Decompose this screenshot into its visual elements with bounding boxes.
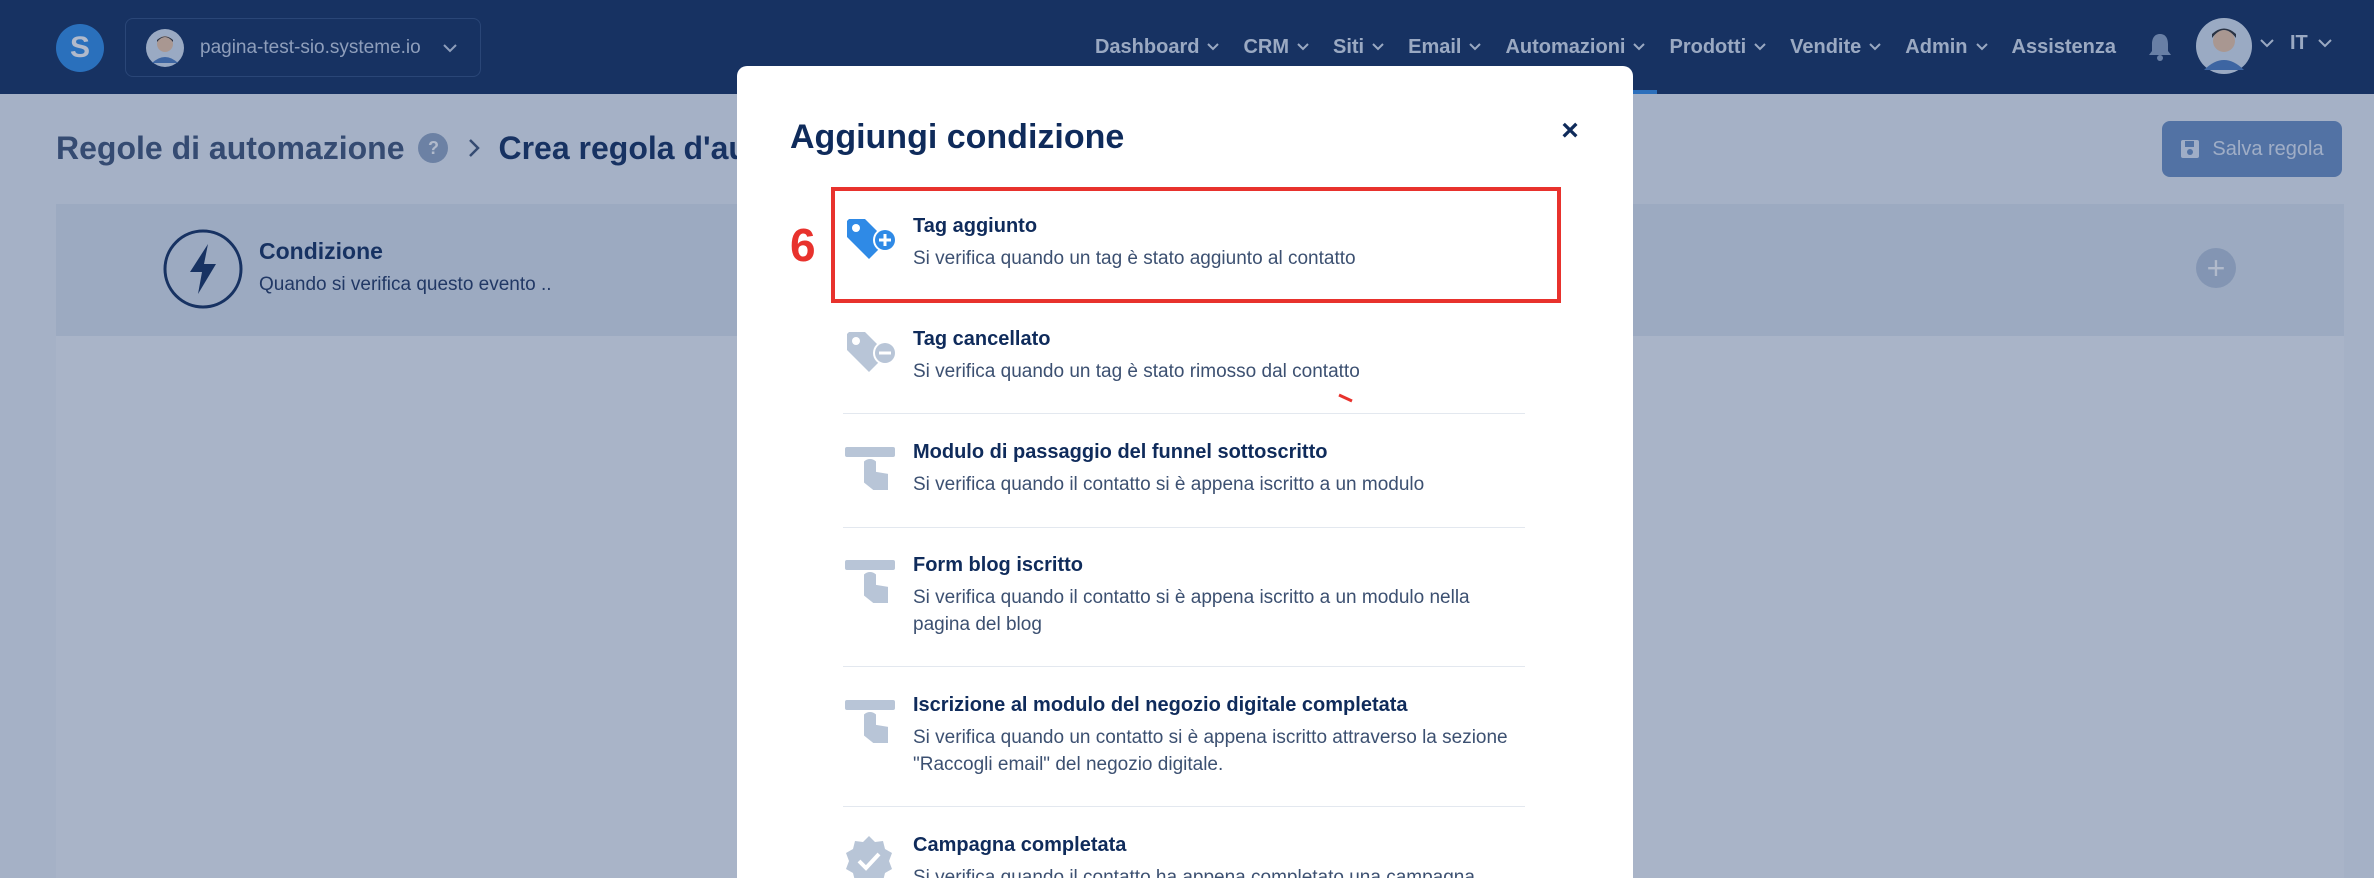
option-title: Modulo di passaggio del funnel sottoscri… — [913, 441, 1328, 463]
divider — [843, 527, 1525, 528]
tag-minus-icon — [847, 332, 897, 372]
divider — [843, 666, 1525, 667]
highlight-box — [831, 187, 1561, 303]
modal-title: Aggiungi condizione — [790, 118, 1125, 156]
badge-check-icon — [846, 836, 892, 878]
divider — [843, 806, 1525, 807]
close-icon[interactable]: × — [1553, 114, 1587, 148]
step-number: 6 — [790, 219, 816, 271]
condition-option-digital-store-form[interactable]: Iscrizione al modulo del negozio digital… — [843, 694, 1525, 780]
form-pointer-icon — [845, 700, 895, 745]
option-title: Form blog iscritto — [913, 554, 1083, 576]
option-description: Si verifica quando un contatto si è appe… — [913, 727, 1508, 775]
option-description: Si verifica quando il contatto si è appe… — [913, 474, 1425, 495]
option-description: Si verifica quando il contatto si è appe… — [913, 587, 1470, 635]
option-title: Campagna completata — [913, 834, 1127, 856]
condition-option-tag-removed[interactable]: Tag cancellato Si verifica quando un tag… — [843, 328, 1525, 388]
cursor-mark-icon — [1338, 393, 1353, 403]
option-description: Si verifica quando il contatto ha appena… — [913, 867, 1475, 878]
condition-option-blog-form[interactable]: Form blog iscritto Si verifica quando il… — [843, 554, 1525, 640]
option-title: Iscrizione al modulo del negozio digital… — [913, 694, 1408, 716]
option-description: Si verifica quando un tag è stato rimoss… — [913, 361, 1360, 382]
divider — [843, 413, 1525, 414]
condition-option-campaign-completed[interactable]: Campagna completata Si verifica quando i… — [843, 834, 1525, 878]
option-title: Tag cancellato — [913, 328, 1051, 350]
form-pointer-icon — [845, 560, 895, 605]
form-pointer-icon — [845, 447, 895, 492]
condition-option-funnel-form[interactable]: Modulo di passaggio del funnel sottoscri… — [843, 441, 1525, 501]
